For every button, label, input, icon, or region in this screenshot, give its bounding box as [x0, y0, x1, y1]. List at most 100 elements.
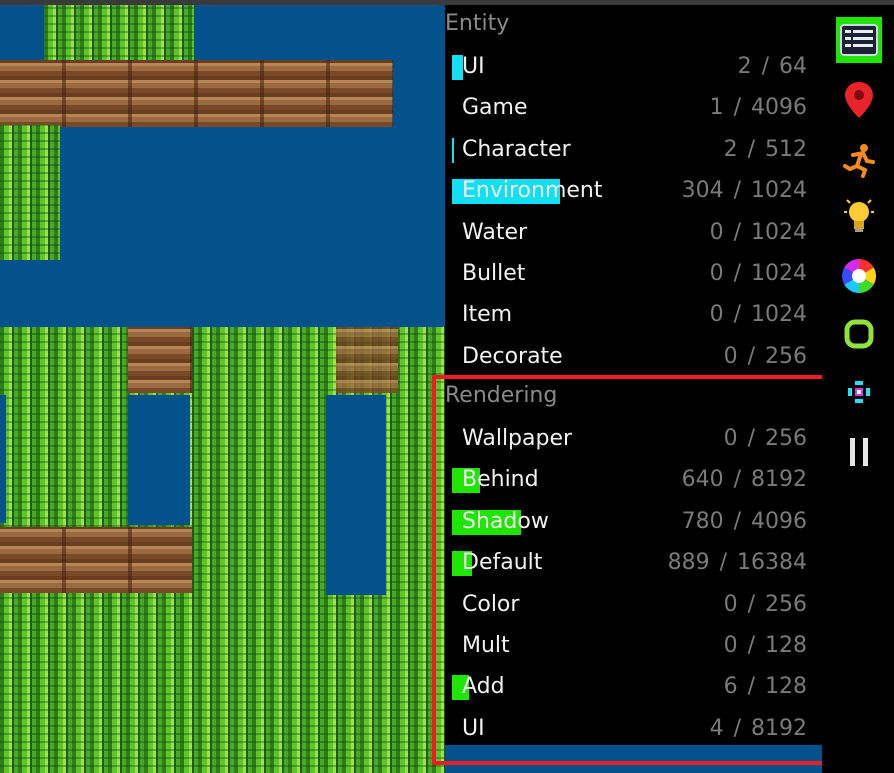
row-count: 0 / 256: [724, 424, 807, 454]
row-label: Bullet: [462, 261, 526, 286]
count-separator: /: [733, 95, 741, 121]
count-value: 0: [709, 219, 724, 245]
rendering-section-header: Rendering: [445, 383, 558, 408]
row-label: Game: [462, 95, 528, 121]
row-label: Wallpaper: [462, 426, 573, 451]
count-value: 6: [723, 674, 738, 700]
row-label: Environment: [462, 178, 603, 204]
max-value: 128: [765, 633, 807, 658]
debug-toolbar: [822, 5, 894, 773]
max-value: 16384: [737, 550, 807, 576]
row-count: 6 / 128: [724, 672, 807, 702]
row-label: Shadow: [462, 508, 549, 534]
counter-row: UI 2 / 64: [445, 49, 810, 85]
max-value: 8192: [751, 715, 807, 741]
counter-row: Default 889 / 16384: [445, 545, 810, 581]
count-value: 2: [737, 54, 752, 79]
counter-row: Game 1 / 4096: [445, 90, 810, 126]
particle-icon: [848, 381, 870, 403]
character-button[interactable]: [836, 137, 882, 183]
max-value: 256: [765, 426, 807, 451]
color-button[interactable]: [836, 253, 882, 299]
count-separator: /: [747, 136, 755, 162]
row-count: 0 / 1024: [710, 218, 807, 248]
max-value: 64: [779, 54, 807, 79]
map-pin-button[interactable]: [836, 77, 882, 123]
count-separator: /: [747, 674, 755, 700]
max-value: 4096: [751, 508, 807, 534]
row-label: Default: [462, 550, 543, 576]
row-count: 0 / 256: [724, 342, 807, 372]
map-pin-icon: [845, 82, 873, 118]
count-separator: /: [761, 54, 769, 79]
vine-tile: [0, 125, 60, 260]
log-platform: [336, 327, 398, 393]
max-value: 1024: [751, 178, 807, 204]
count-separator: /: [719, 550, 727, 576]
count-value: 889: [667, 550, 710, 576]
log-platform: [0, 527, 192, 593]
count-value: 304: [681, 178, 724, 204]
count-separator: /: [733, 219, 741, 245]
counter-row: Mult 0 / 128: [445, 628, 810, 664]
row-label: Decorate: [462, 343, 563, 369]
counter-row: Item 0 / 1024: [445, 297, 810, 333]
count-value: 640: [681, 467, 724, 493]
row-count: 0 / 128: [724, 631, 807, 661]
row-count: 780 / 4096: [682, 507, 807, 537]
count-value: 780: [681, 508, 724, 534]
row-label: UI: [462, 54, 485, 79]
shape-button[interactable]: [836, 311, 882, 357]
row-label: Add: [462, 674, 505, 700]
rounded-square-icon: [844, 319, 874, 349]
count-separator: /: [733, 508, 741, 534]
log-platform: [128, 327, 192, 393]
count-value: 2: [723, 136, 738, 162]
max-value: 8192: [751, 467, 807, 493]
count-value: 0: [723, 426, 738, 451]
water-gap: [128, 395, 190, 525]
row-count: 4 / 8192: [710, 714, 807, 744]
row-label: Behind: [462, 467, 539, 493]
counter-row: Bullet 0 / 1024: [445, 256, 810, 292]
row-label: Color: [462, 591, 520, 617]
entity-panel-button[interactable]: [836, 17, 882, 63]
count-separator: /: [733, 261, 741, 286]
max-value: 256: [765, 343, 807, 369]
max-value: 128: [765, 674, 807, 700]
count-separator: /: [733, 178, 741, 204]
count-separator: /: [733, 715, 741, 741]
log-platform: [0, 60, 393, 127]
row-count: 0 / 1024: [710, 259, 807, 289]
max-value: 1024: [751, 219, 807, 245]
count-value: 0: [709, 302, 724, 328]
count-separator: /: [747, 343, 755, 369]
count-value: 0: [709, 261, 724, 286]
game-viewport[interactable]: [0, 5, 445, 773]
max-value: 1024: [751, 261, 807, 286]
count-separator: /: [733, 302, 741, 328]
row-label: Item: [462, 302, 513, 328]
row-label: UI: [462, 715, 485, 741]
light-button[interactable]: [836, 193, 882, 239]
light-bulb-icon: [844, 199, 874, 232]
debug-counter-panel: Entity UI 2/64 Game 1/4096 Character 2/512 Env…: [445, 5, 822, 745]
count-value: 0: [723, 633, 738, 658]
counter-row: Shadow 780 / 4096: [445, 504, 810, 540]
pause-icon: [850, 438, 868, 466]
particle-button[interactable]: [836, 369, 882, 415]
max-value: 256: [765, 591, 807, 617]
pause-button[interactable]: [836, 429, 882, 475]
count-separator: /: [733, 467, 741, 493]
count-separator: /: [747, 591, 755, 617]
running-character-icon: [843, 144, 875, 178]
count-separator: /: [747, 633, 755, 658]
count-separator: /: [747, 426, 755, 451]
counter-row: Water 0 / 1024: [445, 215, 810, 251]
row-count: 1 / 4096: [710, 93, 807, 123]
color-wheel-icon: [842, 259, 876, 293]
row-label: Mult: [462, 633, 510, 658]
row-count: 2 / 64: [738, 52, 807, 82]
row-count: 2 / 512: [724, 135, 807, 165]
max-value: 1024: [751, 302, 807, 328]
